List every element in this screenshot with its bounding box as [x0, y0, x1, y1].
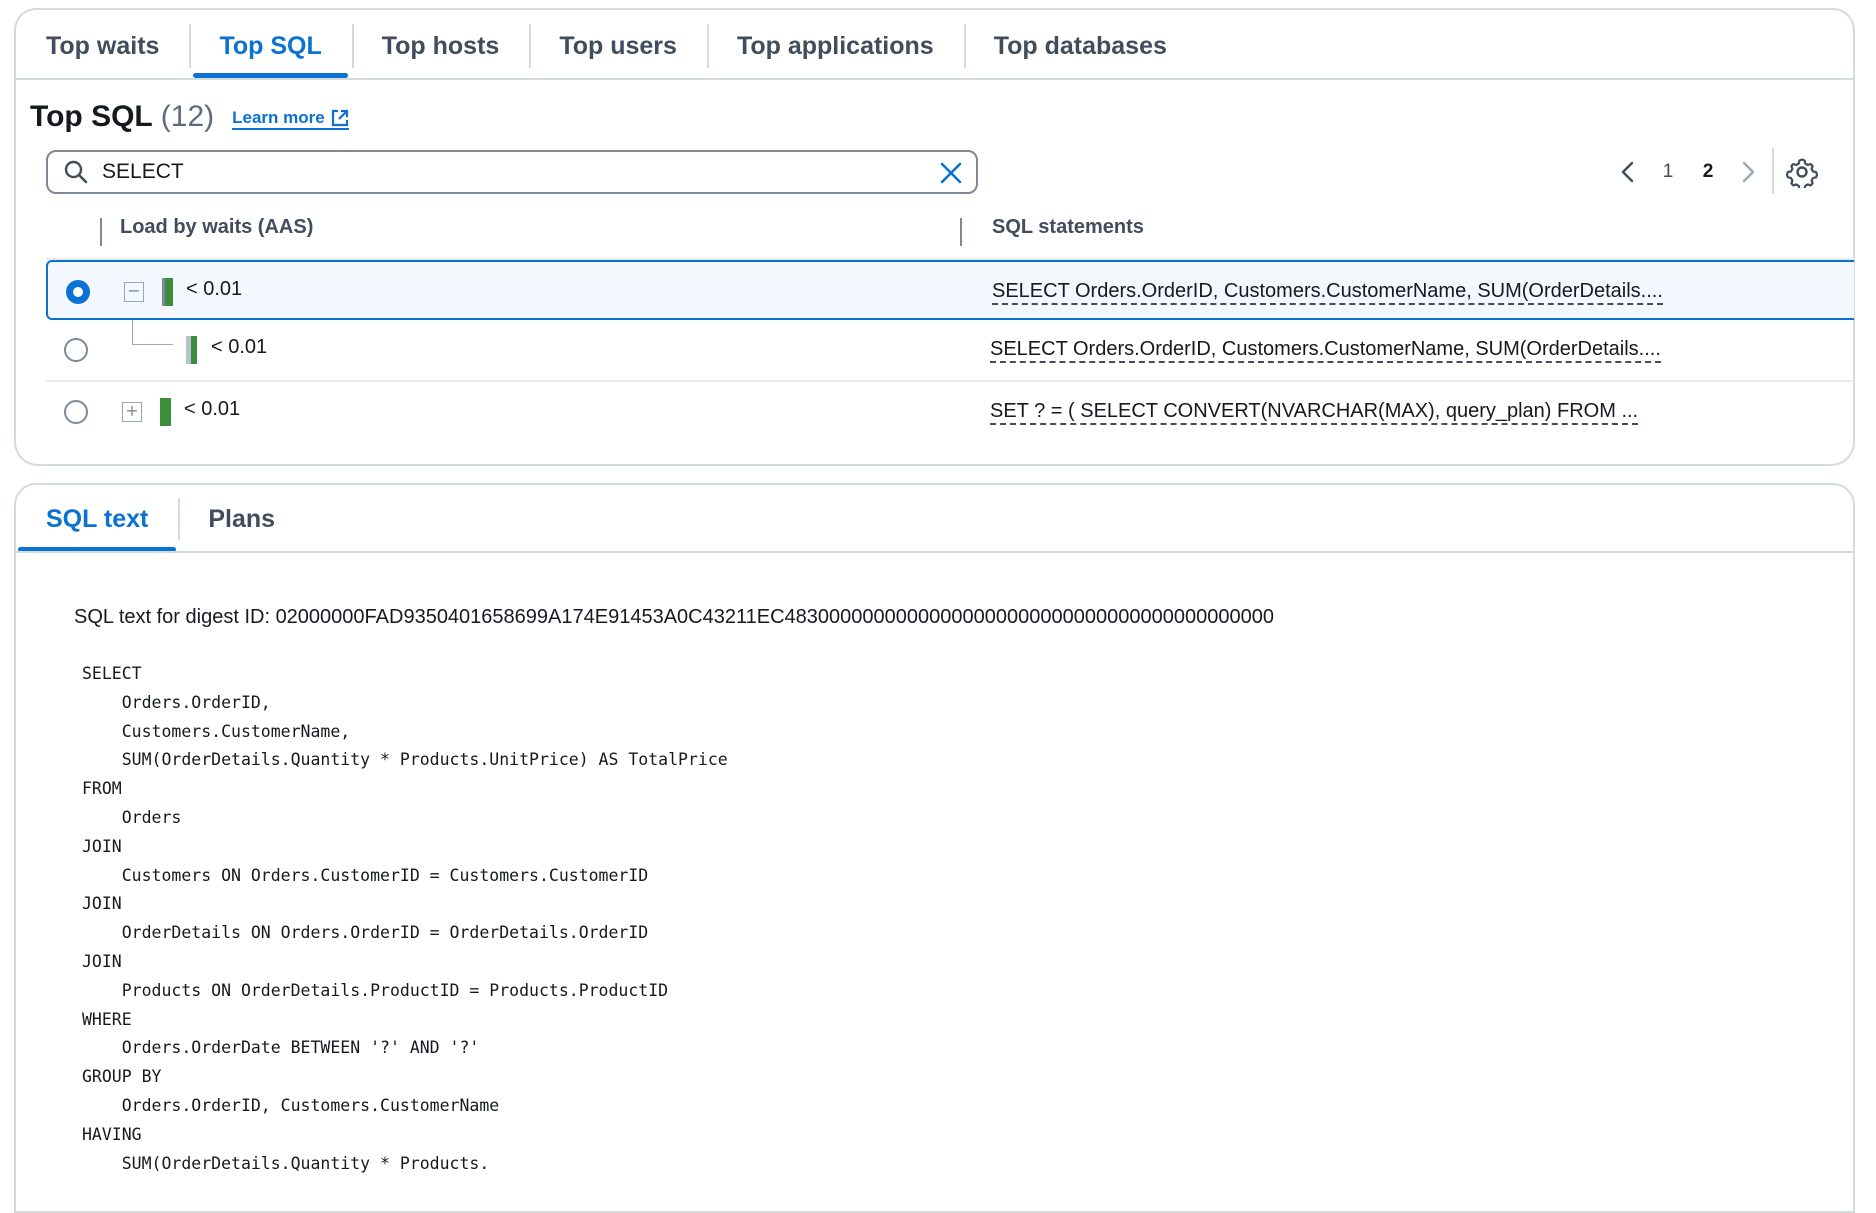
sql-code-block: SELECT Orders.OrderID, Customers.Custome… [82, 664, 728, 1173]
load-bar [162, 278, 173, 306]
tab-top-users[interactable]: Top users [529, 10, 707, 82]
pagination: 1 2 [1608, 152, 1768, 192]
column-separator[interactable] [960, 218, 962, 246]
column-header-load[interactable]: Load by waits (AAS) [120, 216, 313, 239]
previous-page-button[interactable] [1608, 152, 1648, 192]
page-title: Top SQL [30, 100, 153, 133]
gear-icon[interactable] [1786, 156, 1818, 188]
table-row[interactable]: + < 0.01 SET ? = ( SELECT CONVERT(NVARCH… [46, 382, 1854, 442]
external-link-icon [331, 109, 348, 127]
item-count: (12) [160, 100, 215, 133]
tab-top-applications[interactable]: Top applications [706, 10, 964, 82]
table-row[interactable]: < 0.01 SELECT Orders.OrderID, Customers.… [46, 320, 1854, 380]
top-tabs-container: Top waits Top SQL Top hosts Top users To… [14, 8, 1855, 82]
load-bar [160, 398, 171, 426]
digest-id-text: SQL text for digest ID: 02000000FAD93504… [74, 606, 1274, 628]
chevron-right-icon [1742, 161, 1755, 183]
detail-tabs-divider [14, 551, 1855, 553]
load-bar [186, 336, 197, 364]
tab-top-waits[interactable]: Top waits [16, 10, 189, 82]
tab-top-databases[interactable]: Top databases [963, 10, 1197, 82]
load-value: < 0.01 [184, 398, 241, 420]
learn-more-link[interactable]: Learn more [232, 108, 349, 130]
detail-tab-list: SQL text Plans [16, 486, 305, 552]
tab-sql-text[interactable]: SQL text [16, 486, 178, 552]
sql-statement-link[interactable]: SELECT Orders.OrderID, Customers.Custome… [992, 280, 1663, 305]
row-radio[interactable] [66, 280, 90, 304]
load-value: < 0.01 [186, 278, 243, 300]
tabs-divider [14, 78, 1855, 80]
tab-plans[interactable]: Plans [178, 486, 305, 552]
search-field[interactable] [46, 150, 978, 194]
column-separator [100, 218, 102, 246]
load-value: < 0.01 [211, 336, 268, 358]
toolbar-divider [1772, 148, 1774, 194]
search-icon [64, 160, 88, 184]
top-sql-header: Top SQL (12) Learn more [30, 100, 349, 134]
search-input[interactable] [100, 159, 904, 185]
learn-more-label: Learn more [232, 108, 325, 127]
page-2-button[interactable]: 2 [1688, 161, 1728, 183]
next-page-button[interactable] [1728, 152, 1768, 192]
column-header-sql-statements[interactable]: SQL statements [992, 216, 1144, 239]
tree-connector [132, 320, 173, 345]
top-tab-list: Top waits Top SQL Top hosts Top users To… [16, 10, 1197, 82]
page-1-button[interactable]: 1 [1648, 161, 1688, 183]
sql-statement-link[interactable]: SET ? = ( SELECT CONVERT(NVARCHAR(MAX), … [990, 400, 1639, 425]
tab-top-sql[interactable]: Top SQL [189, 10, 351, 82]
row-radio[interactable] [64, 338, 88, 362]
clear-search-icon[interactable] [938, 160, 964, 186]
row-radio[interactable] [64, 400, 88, 424]
collapse-icon[interactable]: − [124, 282, 144, 302]
chevron-left-icon [1621, 161, 1634, 183]
tab-top-hosts[interactable]: Top hosts [351, 10, 530, 82]
expand-icon[interactable]: + [122, 402, 142, 422]
sql-statement-link[interactable]: SELECT Orders.OrderID, Customers.Custome… [990, 338, 1661, 363]
table-row[interactable]: − < 0.01 SELECT Orders.OrderID, Customer… [46, 260, 1854, 320]
